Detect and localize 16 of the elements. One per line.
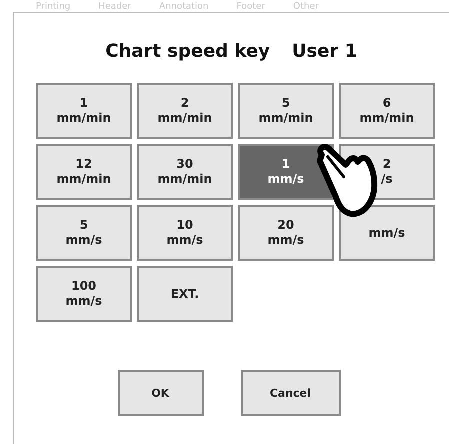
speed-key[interactable]: 5 mm/s (36, 205, 132, 261)
speed-key[interactable]: 20 mm/s (238, 205, 334, 261)
speed-key[interactable]: 100 mm/s (36, 266, 132, 322)
dialog-title: Chart speed key (106, 41, 270, 61)
ok-button[interactable]: OK (118, 370, 204, 416)
user-label: User 1 (292, 41, 358, 61)
speed-key[interactable]: 2 mm/min (137, 83, 233, 139)
cancel-button[interactable]: Cancel (240, 370, 340, 416)
speed-key[interactable]: 10 mm/s (137, 205, 233, 261)
speed-key[interactable]: 5 mm/min (238, 83, 334, 139)
speed-key[interactable]: mm/s (339, 205, 435, 261)
speed-key[interactable]: 12 mm/min (36, 144, 132, 200)
speed-key[interactable]: 30 mm/min (137, 144, 233, 200)
speed-key[interactable]: EXT. (137, 266, 233, 322)
speed-key[interactable]: 1 mm/min (36, 83, 132, 139)
speed-key[interactable]: 6 mm/min (339, 83, 435, 139)
